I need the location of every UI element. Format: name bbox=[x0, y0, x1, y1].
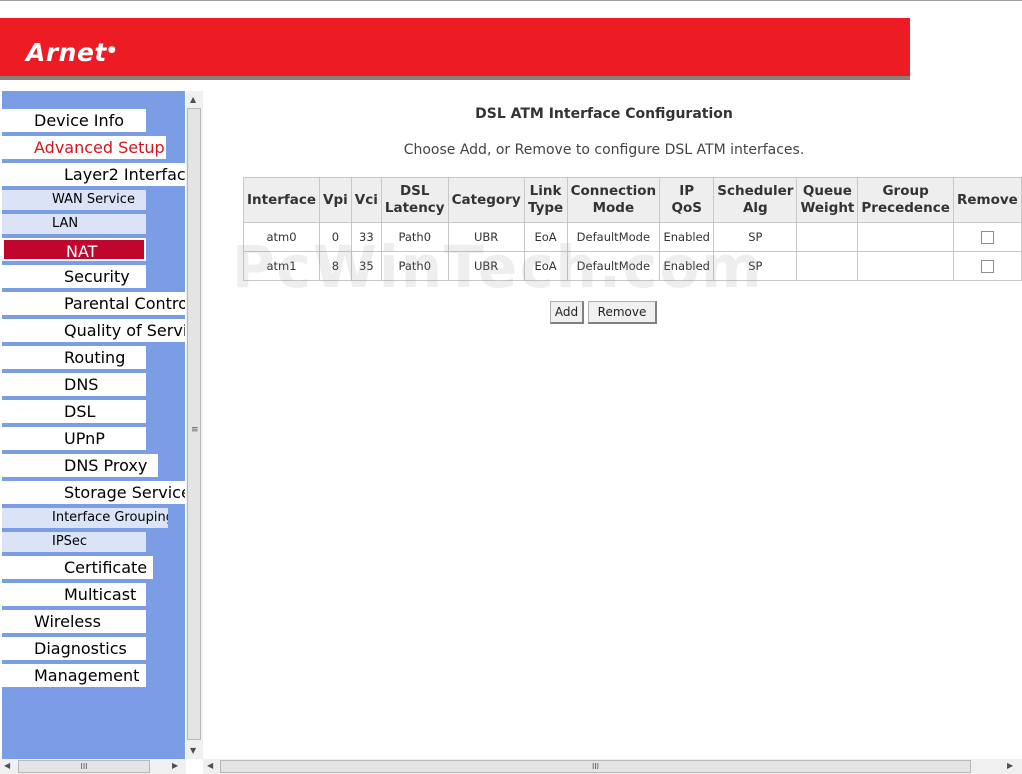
cell-connection-mode: DefaultMode bbox=[566, 251, 661, 281]
sidebar-item-quality-of-service[interactable]: Quality of Service bbox=[2, 319, 185, 342]
cell-connection-mode: DefaultMode bbox=[566, 222, 661, 252]
remove-checkbox[interactable] bbox=[980, 260, 994, 273]
cell-vpi: 0 bbox=[319, 222, 352, 252]
sidebar-menu: Device Info Advanced Setup Layer2 Interf… bbox=[2, 91, 185, 759]
cell-queue-weight bbox=[796, 222, 859, 252]
col-header-connection-mode: Connection Mode bbox=[566, 177, 661, 223]
remove-button[interactable]: Remove bbox=[588, 301, 657, 324]
sidebar-item-dns[interactable]: DNS bbox=[2, 373, 146, 396]
cell-category: UBR bbox=[447, 222, 525, 252]
cell-interface: atm1 bbox=[242, 251, 321, 281]
cell-group-precedence bbox=[857, 251, 954, 281]
cell-vpi: 8 bbox=[319, 251, 352, 281]
cell-remove bbox=[952, 222, 1022, 252]
cell-queue-weight bbox=[796, 251, 859, 281]
col-header-queue-weight: Queue Weight bbox=[796, 177, 859, 223]
main-scroll-right-arrow-icon[interactable]: ▶ bbox=[1007, 761, 1013, 770]
scroll-up-arrow-icon[interactable]: ▲ bbox=[190, 95, 196, 104]
cell-category: UBR bbox=[447, 251, 525, 281]
sidebar-item-routing[interactable]: Routing bbox=[2, 346, 146, 369]
sidebar-item-nat[interactable]: NAT bbox=[2, 238, 146, 261]
sidebar-item-upnp[interactable]: UPnP bbox=[2, 427, 146, 450]
sidebar-item-ipsec[interactable]: IPSec bbox=[2, 532, 146, 552]
sidebar-item-advanced-setup[interactable]: Advanced Setup bbox=[2, 136, 166, 159]
arnet-logo: Arnet● bbox=[26, 38, 117, 67]
cell-scheduler-alg: SP bbox=[713, 222, 798, 252]
col-header-remove: Remove bbox=[952, 177, 1022, 223]
cell-remove bbox=[952, 251, 1022, 281]
col-header-category: Category bbox=[447, 177, 525, 223]
sidebar-item-multicast[interactable]: Multicast bbox=[2, 583, 146, 606]
scroll-right-arrow-icon[interactable]: ▶ bbox=[172, 761, 178, 770]
sidebar-item-layer2-interface[interactable]: Layer2 Interface bbox=[2, 163, 185, 186]
sidebar-vertical-scrollbar[interactable]: ▲ ≡ ▼ bbox=[186, 91, 203, 759]
sidebar-hscroll-thumb[interactable]: III bbox=[18, 760, 150, 773]
col-header-vci: Vci bbox=[350, 177, 382, 223]
sidebar-item-management[interactable]: Management bbox=[2, 664, 146, 687]
cell-interface: atm0 bbox=[242, 222, 321, 252]
sidebar-item-diagnostics[interactable]: Diagnostics bbox=[2, 637, 146, 660]
table-row: atm1 8 35 Path0 UBR EoA DefaultMode Enab… bbox=[242, 251, 1022, 281]
sidebar-scroll-thumb[interactable]: ≡ bbox=[187, 108, 201, 740]
col-header-link-type: Link Type bbox=[523, 177, 568, 223]
main-horizontal-scrollbar[interactable]: ◀ III ▶ bbox=[203, 759, 1022, 774]
cell-link-type: EoA bbox=[523, 222, 568, 252]
instructions-text: Choose Add, or Remove to configure DSL A… bbox=[403, 142, 805, 158]
sidebar-frame: Device Info Advanced Setup Layer2 Interf… bbox=[0, 91, 203, 759]
sidebar-item-lan[interactable]: LAN bbox=[2, 214, 146, 234]
sidebar-item-device-info[interactable]: Device Info bbox=[2, 109, 146, 132]
scroll-grip-icon: ≡ bbox=[191, 425, 199, 435]
cell-ip-qos: Enabled bbox=[659, 222, 715, 252]
col-header-dsl-latency: DSL Latency bbox=[380, 177, 449, 223]
cell-vci: 35 bbox=[350, 251, 382, 281]
sidebar-item-dsl[interactable]: DSL bbox=[2, 400, 146, 423]
sidebar-item-storage-service[interactable]: Storage Service bbox=[2, 481, 185, 504]
col-header-scheduler-alg: Scheduler Alg bbox=[713, 177, 798, 223]
cell-dsl-latency: Path0 bbox=[380, 222, 449, 252]
sidebar-item-interface-grouping[interactable]: Interface Grouping bbox=[2, 508, 168, 528]
col-header-group-precedence: Group Precedence bbox=[857, 177, 954, 223]
add-button[interactable]: Add bbox=[550, 301, 584, 324]
cell-dsl-latency: Path0 bbox=[380, 251, 449, 281]
remove-checkbox[interactable] bbox=[980, 231, 994, 244]
sidebar-item-parental-control[interactable]: Parental Control bbox=[2, 292, 185, 315]
sidebar-item-wireless[interactable]: Wireless bbox=[2, 610, 146, 633]
sidebar-item-dns-proxy[interactable]: DNS Proxy bbox=[2, 454, 158, 477]
col-header-vpi: Vpi bbox=[319, 177, 352, 223]
col-header-interface: Interface bbox=[242, 177, 321, 223]
main-scroll-left-arrow-icon[interactable]: ◀ bbox=[207, 761, 213, 770]
sidebar-item-certificate[interactable]: Certificate bbox=[2, 556, 153, 579]
cell-ip-qos: Enabled bbox=[659, 251, 715, 281]
atm-interface-table: Interface Vpi Vci DSL Latency Category L… bbox=[242, 177, 1022, 281]
cell-vci: 33 bbox=[350, 222, 382, 252]
table-header-row: Interface Vpi Vci DSL Latency Category L… bbox=[242, 177, 1022, 223]
header-banner: Arnet● bbox=[0, 18, 910, 80]
table-row: atm0 0 33 Path0 UBR EoA DefaultMode Enab… bbox=[242, 222, 1022, 252]
main-hscroll-thumb[interactable]: III bbox=[220, 760, 971, 773]
scroll-left-arrow-icon[interactable]: ◀ bbox=[4, 761, 10, 770]
cell-link-type: EoA bbox=[523, 251, 568, 281]
sidebar-item-wan-service[interactable]: WAN Service bbox=[2, 190, 146, 210]
col-header-ip-qos: IP QoS bbox=[659, 177, 715, 223]
scroll-down-arrow-icon[interactable]: ▼ bbox=[190, 746, 196, 755]
window-top-border bbox=[0, 0, 1022, 1]
page-title: DSL ATM Interface Configuration bbox=[475, 106, 733, 122]
cell-group-precedence bbox=[857, 222, 954, 252]
sidebar-item-security[interactable]: Security bbox=[2, 265, 146, 288]
cell-scheduler-alg: SP bbox=[713, 251, 798, 281]
sidebar-horizontal-scrollbar[interactable]: ◀ III ▶ bbox=[0, 759, 186, 774]
